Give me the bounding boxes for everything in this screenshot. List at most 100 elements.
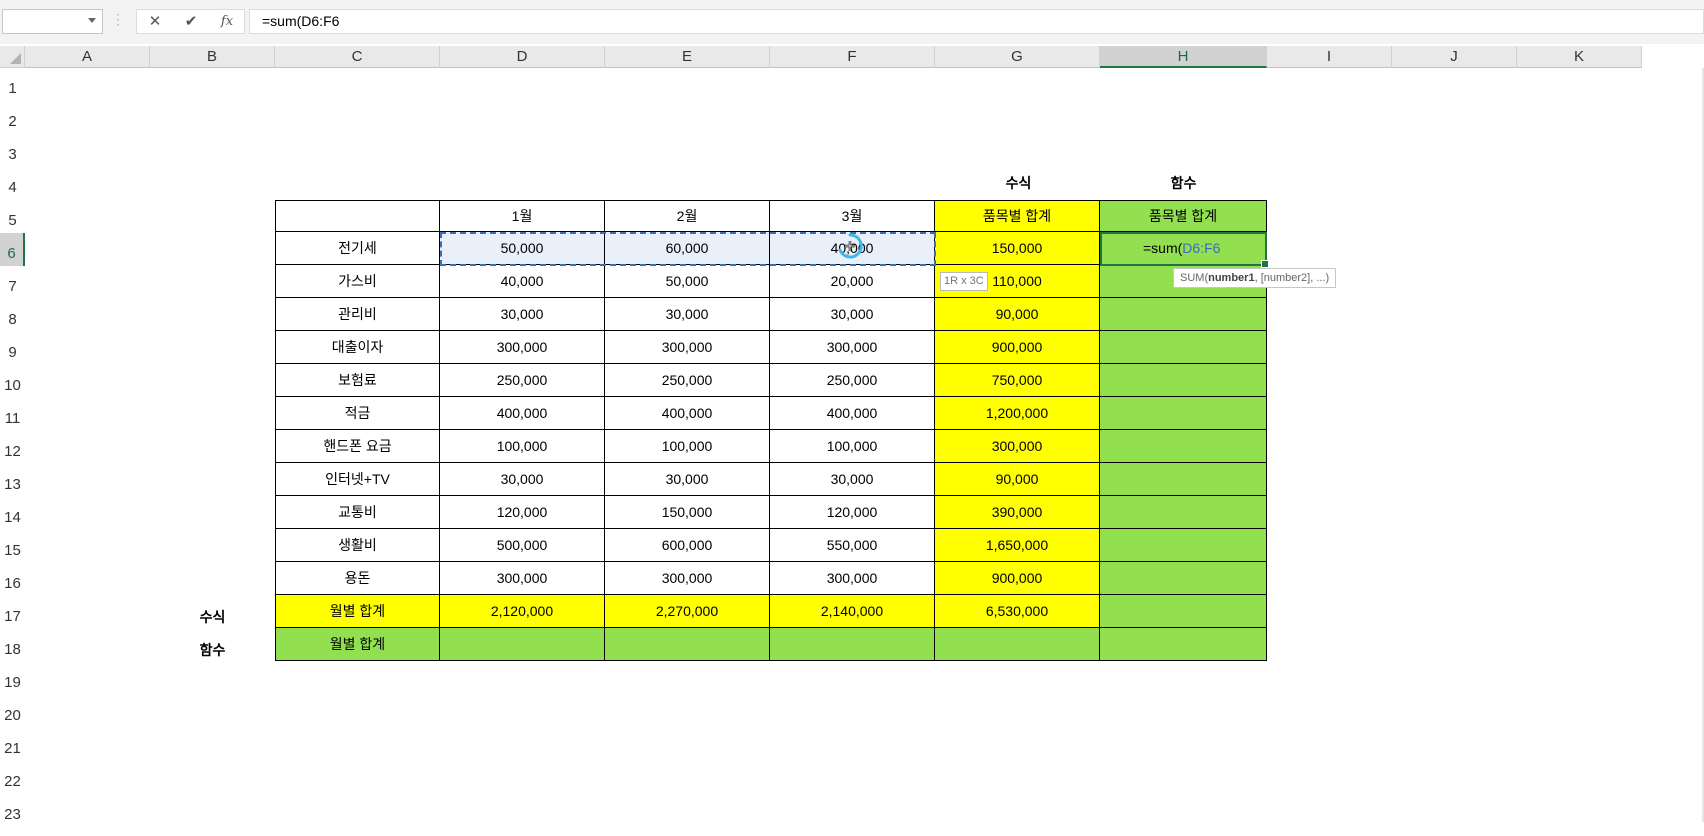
label-formula-b17[interactable]: 수식	[150, 600, 275, 633]
feb-value-cell[interactable]: 300,000	[605, 562, 770, 595]
row-header-10[interactable]: 10	[0, 365, 25, 398]
grand-total-function-cell[interactable]	[1100, 595, 1267, 628]
jan-value-cell[interactable]: 100,000	[440, 430, 605, 463]
item-name-cell[interactable]: 적금	[275, 397, 440, 430]
row-header-22[interactable]: 22	[0, 761, 25, 794]
row-header-17[interactable]: 17	[0, 596, 25, 629]
row-header-21[interactable]: 21	[0, 728, 25, 761]
item-total-function-cell[interactable]	[1100, 331, 1267, 364]
row-header-6[interactable]: 6	[0, 233, 25, 266]
mar-value-cell[interactable]: 30,000	[770, 298, 935, 331]
row-header-19[interactable]: 19	[0, 662, 25, 695]
row-header-2[interactable]: 2	[0, 101, 25, 134]
monthly-total-jan-cell[interactable]: 2,120,000	[440, 595, 605, 628]
mar-value-cell[interactable]: 400,000	[770, 397, 935, 430]
item-name-cell[interactable]: 용돈	[275, 562, 440, 595]
mar-value-cell[interactable]: 100,000	[770, 430, 935, 463]
feb-value-cell[interactable]: 150,000	[605, 496, 770, 529]
monthly-total-feb-cell[interactable]: 2,270,000	[605, 595, 770, 628]
mar-value-cell[interactable]: 120,000	[770, 496, 935, 529]
row-header-20[interactable]: 20	[0, 695, 25, 728]
name-box[interactable]	[2, 9, 103, 34]
item-name-cell[interactable]: 가스비	[275, 265, 440, 298]
monthly-function-cell-e[interactable]	[605, 628, 770, 661]
header-cell-c5[interactable]	[275, 200, 440, 232]
select-all-button[interactable]	[0, 46, 25, 68]
feb-value-cell[interactable]: 60,000	[605, 232, 770, 265]
jan-value-cell[interactable]: 30,000	[440, 463, 605, 496]
jan-value-cell[interactable]: 300,000	[440, 562, 605, 595]
item-name-cell[interactable]: 보험료	[275, 364, 440, 397]
row-header-16[interactable]: 16	[0, 563, 25, 596]
row-header-15[interactable]: 15	[0, 530, 25, 563]
monthly-total-label-cell[interactable]: 월별 합계	[275, 595, 440, 628]
row-header-1[interactable]: 1	[0, 68, 25, 101]
row-header-3[interactable]: 3	[0, 134, 25, 167]
mar-value-cell[interactable]: 30,000	[770, 463, 935, 496]
feb-value-cell[interactable]: 50,000	[605, 265, 770, 298]
monthly-function-label-cell[interactable]: 월별 합계	[275, 628, 440, 661]
mar-value-cell[interactable]: 300,000	[770, 562, 935, 595]
function-tooltip[interactable]: SUM(number1, [number2], ...)	[1173, 268, 1337, 288]
item-name-cell[interactable]: 관리비	[275, 298, 440, 331]
feb-value-cell[interactable]: 100,000	[605, 430, 770, 463]
monthly-function-cell-h[interactable]	[1100, 628, 1267, 661]
item-total-function-cell[interactable]	[1100, 364, 1267, 397]
jan-value-cell[interactable]: 40,000	[440, 265, 605, 298]
item-total-function-cell[interactable]	[1100, 463, 1267, 496]
item-total-formula-cell[interactable]: 1,650,000	[935, 529, 1100, 562]
feb-value-cell[interactable]: 300,000	[605, 331, 770, 364]
row-header-23[interactable]: 23	[0, 794, 25, 827]
column-header-h[interactable]: H	[1100, 46, 1267, 68]
feb-value-cell[interactable]: 30,000	[605, 298, 770, 331]
column-header-j[interactable]: J	[1392, 46, 1517, 68]
item-total-formula-cell[interactable]: 90,000	[935, 463, 1100, 496]
item-name-cell[interactable]: 대출이자	[275, 331, 440, 364]
item-total-formula-cell[interactable]: 900,000	[935, 331, 1100, 364]
fill-handle[interactable]	[1261, 260, 1269, 268]
header-cell-e5[interactable]: 2월	[605, 200, 770, 232]
mar-value-cell[interactable]: 550,000	[770, 529, 935, 562]
jan-value-cell[interactable]: 400,000	[440, 397, 605, 430]
row-header-8[interactable]: 8	[0, 299, 25, 332]
feb-value-cell[interactable]: 30,000	[605, 463, 770, 496]
item-total-formula-cell[interactable]: 300,000	[935, 430, 1100, 463]
feb-value-cell[interactable]: 400,000	[605, 397, 770, 430]
mar-value-cell[interactable]: 250,000	[770, 364, 935, 397]
column-header-g[interactable]: G	[935, 46, 1100, 68]
feb-value-cell[interactable]: 600,000	[605, 529, 770, 562]
formula-input[interactable]: =sum(D6:F6	[249, 9, 1704, 34]
label-formula-g4[interactable]: 수식	[936, 172, 1101, 194]
label-function-h4[interactable]: 함수	[1100, 172, 1267, 194]
monthly-function-cell-f[interactable]	[770, 628, 935, 661]
header-cell-h5[interactable]: 품목별 합계	[1100, 200, 1267, 232]
row-header-12[interactable]: 12	[0, 431, 25, 464]
monthly-total-mar-cell[interactable]: 2,140,000	[770, 595, 935, 628]
jan-value-cell[interactable]: 50,000	[440, 232, 605, 265]
jan-value-cell[interactable]: 30,000	[440, 298, 605, 331]
column-header-f[interactable]: F	[770, 46, 935, 68]
more-vertical-icon[interactable]: · · ·	[115, 9, 121, 31]
row-header-4[interactable]: 4	[0, 167, 25, 200]
item-total-formula-cell[interactable]: 1,200,000	[935, 397, 1100, 430]
cancel-icon[interactable]: ✕	[137, 10, 173, 33]
row-header-13[interactable]: 13	[0, 464, 25, 497]
item-total-formula-cell[interactable]: 750,000	[935, 364, 1100, 397]
item-total-formula-cell[interactable]: 390,000	[935, 496, 1100, 529]
column-header-e[interactable]: E	[605, 46, 770, 68]
item-name-cell[interactable]: 핸드폰 요금	[275, 430, 440, 463]
row-header-18[interactable]: 18	[0, 629, 25, 662]
item-total-function-cell[interactable]	[1100, 298, 1267, 331]
item-name-cell[interactable]: 인터넷+TV	[275, 463, 440, 496]
jan-value-cell[interactable]: 250,000	[440, 364, 605, 397]
row-header-11[interactable]: 11	[0, 398, 25, 431]
item-total-function-cell[interactable]	[1100, 430, 1267, 463]
item-total-formula-cell[interactable]: 90,000	[935, 298, 1100, 331]
header-cell-g5[interactable]: 품목별 합계	[935, 200, 1100, 232]
item-total-formula-cell[interactable]: 150,000	[935, 232, 1100, 265]
header-cell-f5[interactable]: 3월	[770, 200, 935, 232]
row-header-14[interactable]: 14	[0, 497, 25, 530]
item-total-function-cell[interactable]	[1100, 496, 1267, 529]
row-header-9[interactable]: 9	[0, 332, 25, 365]
enter-icon[interactable]: ✔	[173, 10, 209, 33]
